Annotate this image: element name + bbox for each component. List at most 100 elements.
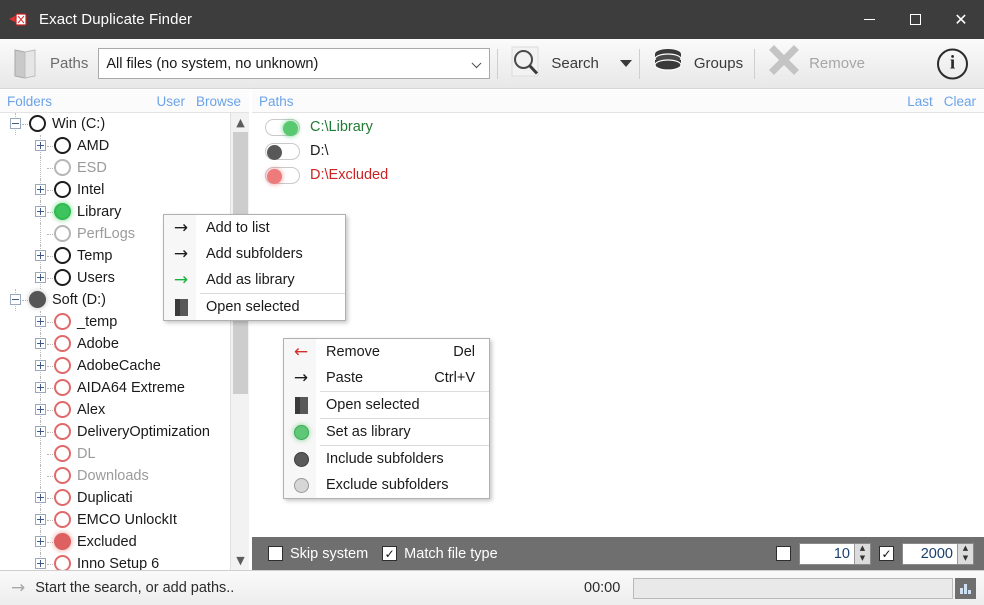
folders-tree[interactable]: Win (C:) AMD ESD Intel Library PerfLogs Temp Us…	[0, 113, 249, 570]
menu-item-add-subfolders[interactable]: → Add subfolders	[164, 241, 345, 267]
file-filter-combobox[interactable]: All files (no system, no unknown)	[98, 48, 491, 79]
collapse-icon[interactable]	[10, 294, 21, 305]
close-button[interactable]: ✕	[938, 0, 984, 39]
chevron-up-icon[interactable]: ▲	[231, 113, 250, 132]
expand-icon[interactable]	[35, 184, 46, 195]
match-file-type-checkbox[interactable]: ✓	[382, 546, 398, 561]
skip-system-option[interactable]: Skip system	[268, 546, 368, 562]
groups-button[interactable]: Groups	[647, 41, 747, 87]
menu-item-open-selected[interactable]: Open selected	[164, 294, 345, 320]
stepper-down-icon[interactable]: ▼	[855, 554, 870, 564]
folder-state-icon[interactable]	[54, 511, 71, 528]
tree-item-adobe[interactable]: Adobe	[0, 333, 230, 355]
folder-state-icon[interactable]	[54, 357, 71, 374]
expand-icon[interactable]	[35, 272, 46, 283]
folder-state-icon[interactable]	[54, 423, 71, 440]
tree-item-duplicati[interactable]: Duplicati	[0, 487, 230, 509]
match-file-type-option[interactable]: ✓ Match file type	[382, 546, 498, 562]
tree-item-downloads[interactable]: Downloads	[0, 465, 230, 487]
path-list-item[interactable]: C:\Library	[252, 115, 652, 139]
tree-item-intel[interactable]: Intel	[0, 179, 230, 201]
skip-system-checkbox[interactable]	[268, 546, 283, 561]
folder-state-icon[interactable]	[54, 489, 71, 506]
menu-item-include-subfolders[interactable]: Include subfolders	[284, 446, 489, 472]
menu-item-remove[interactable]: ← Remove Del	[284, 339, 489, 365]
path-include-toggle[interactable]	[265, 142, 300, 160]
expand-icon[interactable]	[35, 426, 46, 437]
folder-state-icon[interactable]	[54, 247, 71, 264]
folders-link-user[interactable]: User	[156, 94, 185, 109]
menu-item-exclude-subfolders[interactable]: Exclude subfolders	[284, 472, 489, 498]
info-icon[interactable]: i	[937, 48, 968, 79]
folder-state-icon[interactable]	[54, 203, 71, 220]
remove-button[interactable]: Remove	[762, 41, 869, 87]
bar-chart-icon[interactable]	[955, 577, 976, 599]
search-button[interactable]: Search	[505, 41, 603, 87]
folder-state-icon[interactable]	[54, 401, 71, 418]
menu-item-open-selected[interactable]: Open selected	[284, 392, 489, 418]
max-size-stepper[interactable]: ▲ ▼	[957, 543, 973, 564]
menu-item-add-to-list[interactable]: → Add to list	[164, 215, 345, 241]
tree-item-emco-unlockit[interactable]: EMCO UnlockIt	[0, 509, 230, 531]
expand-icon[interactable]	[35, 360, 46, 371]
menu-item-add-as-library[interactable]: → Add as library	[164, 267, 345, 293]
tree-item-inno-setup-6[interactable]: Inno Setup 6	[0, 553, 230, 570]
maximize-button[interactable]	[892, 0, 938, 39]
paths-context-menu[interactable]: ← Remove Del → Paste Ctrl+V Open selected Set a…	[283, 338, 490, 499]
folder-state-icon[interactable]	[54, 445, 71, 462]
max-size-checkbox[interactable]: ✓	[879, 546, 894, 561]
folder-state-icon[interactable]	[29, 115, 46, 132]
stepper-down-icon[interactable]: ▼	[958, 554, 973, 564]
folders-context-menu[interactable]: → Add to list → Add subfolders → Add as libra…	[163, 214, 346, 321]
stepper-up-icon[interactable]: ▲	[958, 544, 973, 554]
chevron-down-icon[interactable]: ▼	[231, 551, 250, 570]
expand-icon[interactable]	[35, 206, 46, 217]
path-list-item[interactable]: D:\Excluded	[252, 163, 652, 187]
expand-icon[interactable]	[35, 382, 46, 393]
tree-item-adobecache[interactable]: AdobeCache	[0, 355, 230, 377]
min-size-spinner[interactable]: 10 ▲ ▼	[799, 542, 871, 565]
expand-icon[interactable]	[35, 338, 46, 349]
folder-state-icon[interactable]	[54, 269, 71, 286]
folder-state-icon[interactable]	[29, 291, 46, 308]
folder-state-icon[interactable]	[54, 467, 71, 484]
max-size-spinner[interactable]: 2000 ▲ ▼	[902, 542, 974, 565]
folders-link-browse[interactable]: Browse	[196, 94, 241, 109]
expand-icon[interactable]	[35, 140, 46, 151]
expand-icon[interactable]	[35, 250, 46, 261]
folders-tree-scrollbar[interactable]: ▲ ▼	[230, 113, 249, 570]
folder-state-icon[interactable]	[54, 335, 71, 352]
expand-icon[interactable]	[35, 316, 46, 327]
min-size-checkbox[interactable]	[776, 546, 791, 561]
path-include-toggle[interactable]	[265, 166, 300, 184]
paths-link-last[interactable]: Last	[907, 94, 933, 109]
path-list-item[interactable]: D:\	[252, 139, 652, 163]
min-size-stepper[interactable]: ▲ ▼	[854, 543, 870, 564]
folder-state-icon[interactable]	[54, 379, 71, 396]
minimize-button[interactable]	[846, 0, 892, 39]
tree-item-aida64-extreme[interactable]: AIDA64 Extreme	[0, 377, 230, 399]
paths-link-clear[interactable]: Clear	[944, 94, 976, 109]
tree-item-win-c[interactable]: Win (C:)	[0, 113, 230, 135]
tree-item-deliveryoptimization[interactable]: DeliveryOptimization	[0, 421, 230, 443]
tree-item-dl[interactable]: DL	[0, 443, 230, 465]
expand-icon[interactable]	[35, 558, 46, 569]
folder-state-icon[interactable]	[54, 159, 71, 176]
expand-icon[interactable]	[35, 404, 46, 415]
folder-state-icon[interactable]	[54, 137, 71, 154]
menu-item-set-as-library[interactable]: Set as library	[284, 419, 489, 445]
folder-state-icon[interactable]	[54, 181, 71, 198]
tree-item-amd[interactable]: AMD	[0, 135, 230, 157]
stepper-up-icon[interactable]: ▲	[855, 544, 870, 554]
menu-item-paste[interactable]: → Paste Ctrl+V	[284, 365, 489, 391]
expand-icon[interactable]	[35, 536, 46, 547]
caret-down-icon[interactable]	[619, 60, 632, 67]
folder-state-icon[interactable]	[54, 555, 71, 570]
collapse-icon[interactable]	[10, 118, 21, 129]
folder-state-icon[interactable]	[54, 533, 71, 550]
tree-item-esd[interactable]: ESD	[0, 157, 230, 179]
folder-state-icon[interactable]	[54, 313, 71, 330]
tree-item-excluded[interactable]: Excluded	[0, 531, 230, 553]
path-include-toggle[interactable]	[265, 118, 300, 136]
expand-icon[interactable]	[35, 514, 46, 525]
